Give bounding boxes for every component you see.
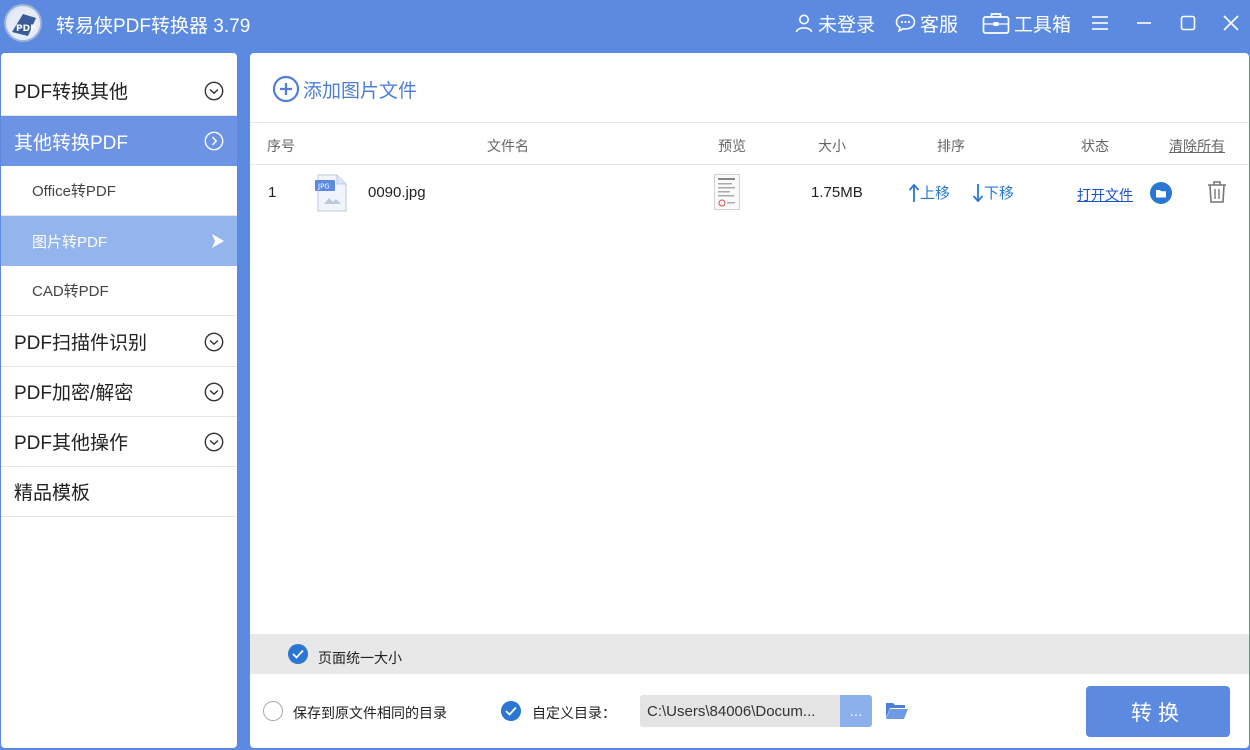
sidebar: PDF转换其他 其他转换PDF Office转PDF 图片转PDF CAD转PD… — [1, 53, 237, 748]
service-label: 客服 — [920, 14, 959, 36]
sidebar-subitem-cad[interactable]: CAD转PDF — [1, 266, 237, 316]
col-status: 状态 — [1081, 138, 1109, 154]
save-same-dir-radio[interactable] — [263, 701, 283, 721]
col-index: 序号 — [267, 138, 295, 154]
toolbox-button[interactable]: 工具箱 — [982, 10, 1071, 36]
move-down-button[interactable]: 下移 — [972, 182, 1014, 203]
maximize-icon — [1180, 15, 1196, 31]
play-arrow-icon — [212, 234, 224, 248]
sidebar-item-label: PDF其他操作 — [14, 433, 129, 454]
minimize-button[interactable] — [1133, 12, 1155, 34]
sidebar-item-templates[interactable]: 精品模板 — [1, 467, 237, 517]
sidebar-item-label: 精品模板 — [14, 483, 91, 504]
open-folder-icon[interactable] — [885, 700, 909, 720]
jpg-file-icon: JPG — [315, 174, 347, 212]
open-file-link[interactable]: 打开文件 — [1077, 185, 1133, 205]
service-button[interactable]: 客服 — [895, 10, 958, 36]
svg-text:JPG: JPG — [317, 183, 330, 191]
close-button[interactable] — [1220, 12, 1242, 34]
row-filename: 0090.jpg — [368, 184, 426, 201]
arrow-down-icon — [972, 183, 984, 202]
check-icon — [505, 706, 517, 716]
col-preview: 预览 — [718, 138, 746, 154]
sidebar-item-label: PDF转换其他 — [14, 82, 129, 103]
uniform-size-label: 页面统一大小 — [318, 650, 402, 666]
arrow-up-icon — [908, 183, 920, 202]
sidebar-item-label: PDF加密/解密 — [14, 383, 134, 404]
row-size: 1.75MB — [811, 184, 863, 201]
sidebar-subitem-label: Office转PDF — [32, 183, 116, 200]
plus-circle-icon — [272, 75, 300, 103]
sidebar-item-pdf-to-other[interactable]: PDF转换其他 — [1, 66, 237, 116]
add-image-button[interactable]: 添加图片文件 — [272, 75, 417, 103]
sidebar-item-label: PDF扫描件识别 — [14, 333, 148, 354]
chat-icon — [895, 14, 916, 33]
col-size: 大小 — [818, 138, 846, 154]
app-title: 转易侠PDF转换器 3.79 — [56, 16, 251, 37]
toolbox-icon — [982, 13, 1010, 34]
sidebar-subitem-label: 图片转PDF — [32, 233, 108, 251]
login-button[interactable]: 未登录 — [794, 10, 875, 36]
sidebar-subitem-label: CAD转PDF — [32, 283, 109, 300]
add-image-label: 添加图片文件 — [303, 80, 418, 102]
uniform-size-checkbox[interactable] — [288, 644, 308, 664]
clear-all-button[interactable]: 清除所有 — [1169, 136, 1225, 156]
maximize-button[interactable] — [1177, 12, 1199, 34]
chevron-down-icon — [204, 81, 224, 101]
toolbox-label: 工具箱 — [1014, 14, 1072, 36]
sidebar-item-encrypt[interactable]: PDF加密/解密 — [1, 367, 237, 417]
sidebar-item-scan-ocr[interactable]: PDF扫描件识别 — [1, 317, 237, 367]
menu-button[interactable] — [1089, 12, 1111, 34]
sidebar-subitem-image[interactable]: 图片转PDF — [1, 216, 237, 266]
col-order: 排序 — [937, 138, 965, 154]
sidebar-item-other-ops[interactable]: PDF其他操作 — [1, 417, 237, 467]
move-down-label: 下移 — [984, 185, 1015, 202]
col-filename: 文件名 — [487, 138, 529, 154]
row-index: 1 — [268, 184, 277, 201]
custom-dir-label: 自定义目录： — [532, 705, 616, 721]
login-label: 未登录 — [818, 14, 876, 36]
convert-button[interactable]: 转换 — [1086, 686, 1230, 737]
save-same-dir-label: 保存到原文件相同的目录 — [293, 705, 447, 721]
sidebar-item-label: 其他转换PDF — [14, 132, 129, 154]
chevron-down-icon — [204, 382, 224, 402]
folder-circle-icon[interactable] — [1150, 182, 1172, 204]
title-bar: PDF 转易侠PDF转换器 3.79 未登录 客服 工具箱 — [0, 0, 1250, 48]
custom-dir-checkbox[interactable] — [501, 701, 521, 721]
table-row: 1 JPG 0090.jpg 1.75MB 上移 下移 打开文件 — [250, 166, 1249, 222]
svg-text:PDF: PDF — [16, 24, 36, 34]
move-up-label: 上移 — [920, 185, 951, 202]
output-path-field[interactable]: C:\Users\84006\Docum... — [640, 695, 842, 727]
options-bar: 页面统一大小 — [250, 634, 1249, 674]
user-icon — [795, 14, 813, 33]
hamburger-icon — [1092, 16, 1108, 30]
preview-thumbnail[interactable] — [714, 174, 740, 210]
main-panel: 添加图片文件 序号 文件名 预览 大小 排序 状态 清除所有 1 JPG 009… — [250, 53, 1249, 748]
chevron-down-icon — [204, 332, 224, 352]
close-icon — [1223, 15, 1239, 31]
chevron-down-icon — [204, 432, 224, 452]
check-icon — [292, 649, 304, 659]
sidebar-item-other-to-pdf[interactable]: 其他转换PDF — [1, 116, 237, 166]
chevron-right-icon — [204, 131, 224, 151]
trash-icon[interactable] — [1207, 180, 1227, 204]
table-header: 序号 文件名 预览 大小 排序 状态 清除所有 — [250, 122, 1249, 165]
browse-button[interactable]: ... — [840, 695, 872, 727]
minimize-icon — [1137, 22, 1151, 24]
move-up-button[interactable]: 上移 — [908, 182, 950, 203]
sidebar-subitem-office[interactable]: Office转PDF — [1, 166, 237, 216]
app-logo: PDF — [4, 4, 42, 42]
